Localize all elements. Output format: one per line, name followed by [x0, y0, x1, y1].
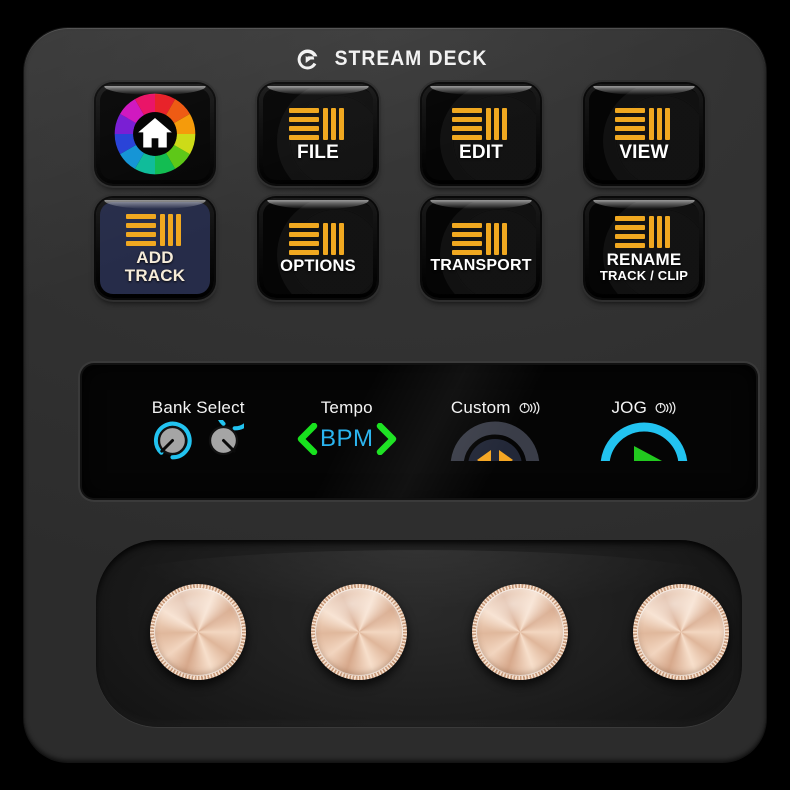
- stream-deck-plus-device: STREAM DECK FILE EDIT VIEW ADD TRACK OPT…: [24, 28, 766, 762]
- key-label: TRANSPORT: [430, 257, 532, 275]
- lcd-cell-custom[interactable]: Custom: [421, 397, 570, 461]
- encoder-knob-2[interactable]: [311, 584, 407, 680]
- encoder-knob-tray: [96, 540, 742, 727]
- key-label: VIEW: [619, 141, 669, 163]
- key-label: ADD TRACK: [124, 248, 186, 285]
- chevron-left-icon: [297, 423, 318, 455]
- menu-bars-icon: [615, 214, 673, 248]
- knob-cap: [315, 588, 403, 676]
- key-transport[interactable]: TRANSPORT: [422, 198, 540, 298]
- color-wheel-home-icon: [113, 92, 197, 176]
- menu-bars-icon: [289, 221, 347, 256]
- key-label: RENAME TRACK / CLIP: [599, 249, 689, 284]
- encoder-knob-3[interactable]: [472, 584, 568, 680]
- custom-arrows-widget[interactable]: [421, 420, 570, 461]
- jog-dial-icon: [600, 422, 687, 461]
- jog-play-widget[interactable]: [570, 420, 719, 461]
- dial-icon: [519, 401, 540, 415]
- lcd-cell-title: Bank Select: [151, 398, 245, 417]
- lcd-cell-title: Custom: [450, 398, 511, 417]
- encoder-knob-1[interactable]: [150, 584, 246, 680]
- knob-cap: [476, 588, 564, 676]
- knob-cap: [154, 588, 242, 676]
- lcd-cell-jog[interactable]: JOG: [570, 397, 719, 461]
- key-file[interactable]: FILE: [259, 84, 377, 184]
- key-home[interactable]: [96, 84, 214, 184]
- key-add-track[interactable]: ADD TRACK: [96, 198, 214, 298]
- bank-knob-left-icon: [154, 421, 192, 460]
- menu-bars-icon: [289, 106, 347, 140]
- chevron-right-icon: [376, 423, 396, 455]
- key-edit[interactable]: EDIT: [422, 84, 540, 184]
- lcd-cell-title-row: JOG: [570, 397, 719, 419]
- bpm-stepper-widget[interactable]: BPM: [273, 420, 422, 461]
- elgato-logo-icon: [296, 48, 319, 71]
- lcd-cell-tempo[interactable]: Tempo BPM: [273, 397, 422, 461]
- brand-header: STREAM DECK: [24, 44, 766, 74]
- lcd-cell-title-row: Custom: [421, 397, 570, 419]
- key-view[interactable]: VIEW: [585, 84, 703, 184]
- encoder-knob-4[interactable]: [633, 584, 729, 680]
- key-rename[interactable]: RENAME TRACK / CLIP: [585, 198, 703, 298]
- lcd-touch-strip[interactable]: Bank Select Tempo BPM Custom JOG: [82, 365, 756, 498]
- knob-cap: [637, 588, 725, 676]
- key-grid: FILE EDIT VIEW ADD TRACK OPTIONS TRANSPO…: [96, 84, 703, 298]
- dial-icon: [655, 401, 676, 415]
- dual-knobs-widget[interactable]: [124, 420, 273, 461]
- menu-bars-icon: [126, 212, 184, 247]
- lcd-cell-title: Tempo: [320, 398, 373, 417]
- lcd-cell-bank-select[interactable]: Bank Select: [124, 397, 273, 461]
- custom-dial-icon: [451, 421, 540, 461]
- key-options[interactable]: OPTIONS: [259, 198, 377, 298]
- key-label: FILE: [297, 141, 339, 163]
- menu-bars-icon: [615, 106, 673, 140]
- key-label: OPTIONS: [280, 257, 356, 276]
- menu-bars-icon: [452, 221, 510, 256]
- tempo-value: BPM: [319, 425, 374, 452]
- lcd-cell-title: JOG: [611, 398, 648, 417]
- bank-knob-right-icon: [209, 420, 245, 456]
- menu-bars-icon: [452, 106, 510, 140]
- key-label: EDIT: [458, 141, 504, 163]
- brand-wordmark: STREAM DECK: [334, 47, 488, 70]
